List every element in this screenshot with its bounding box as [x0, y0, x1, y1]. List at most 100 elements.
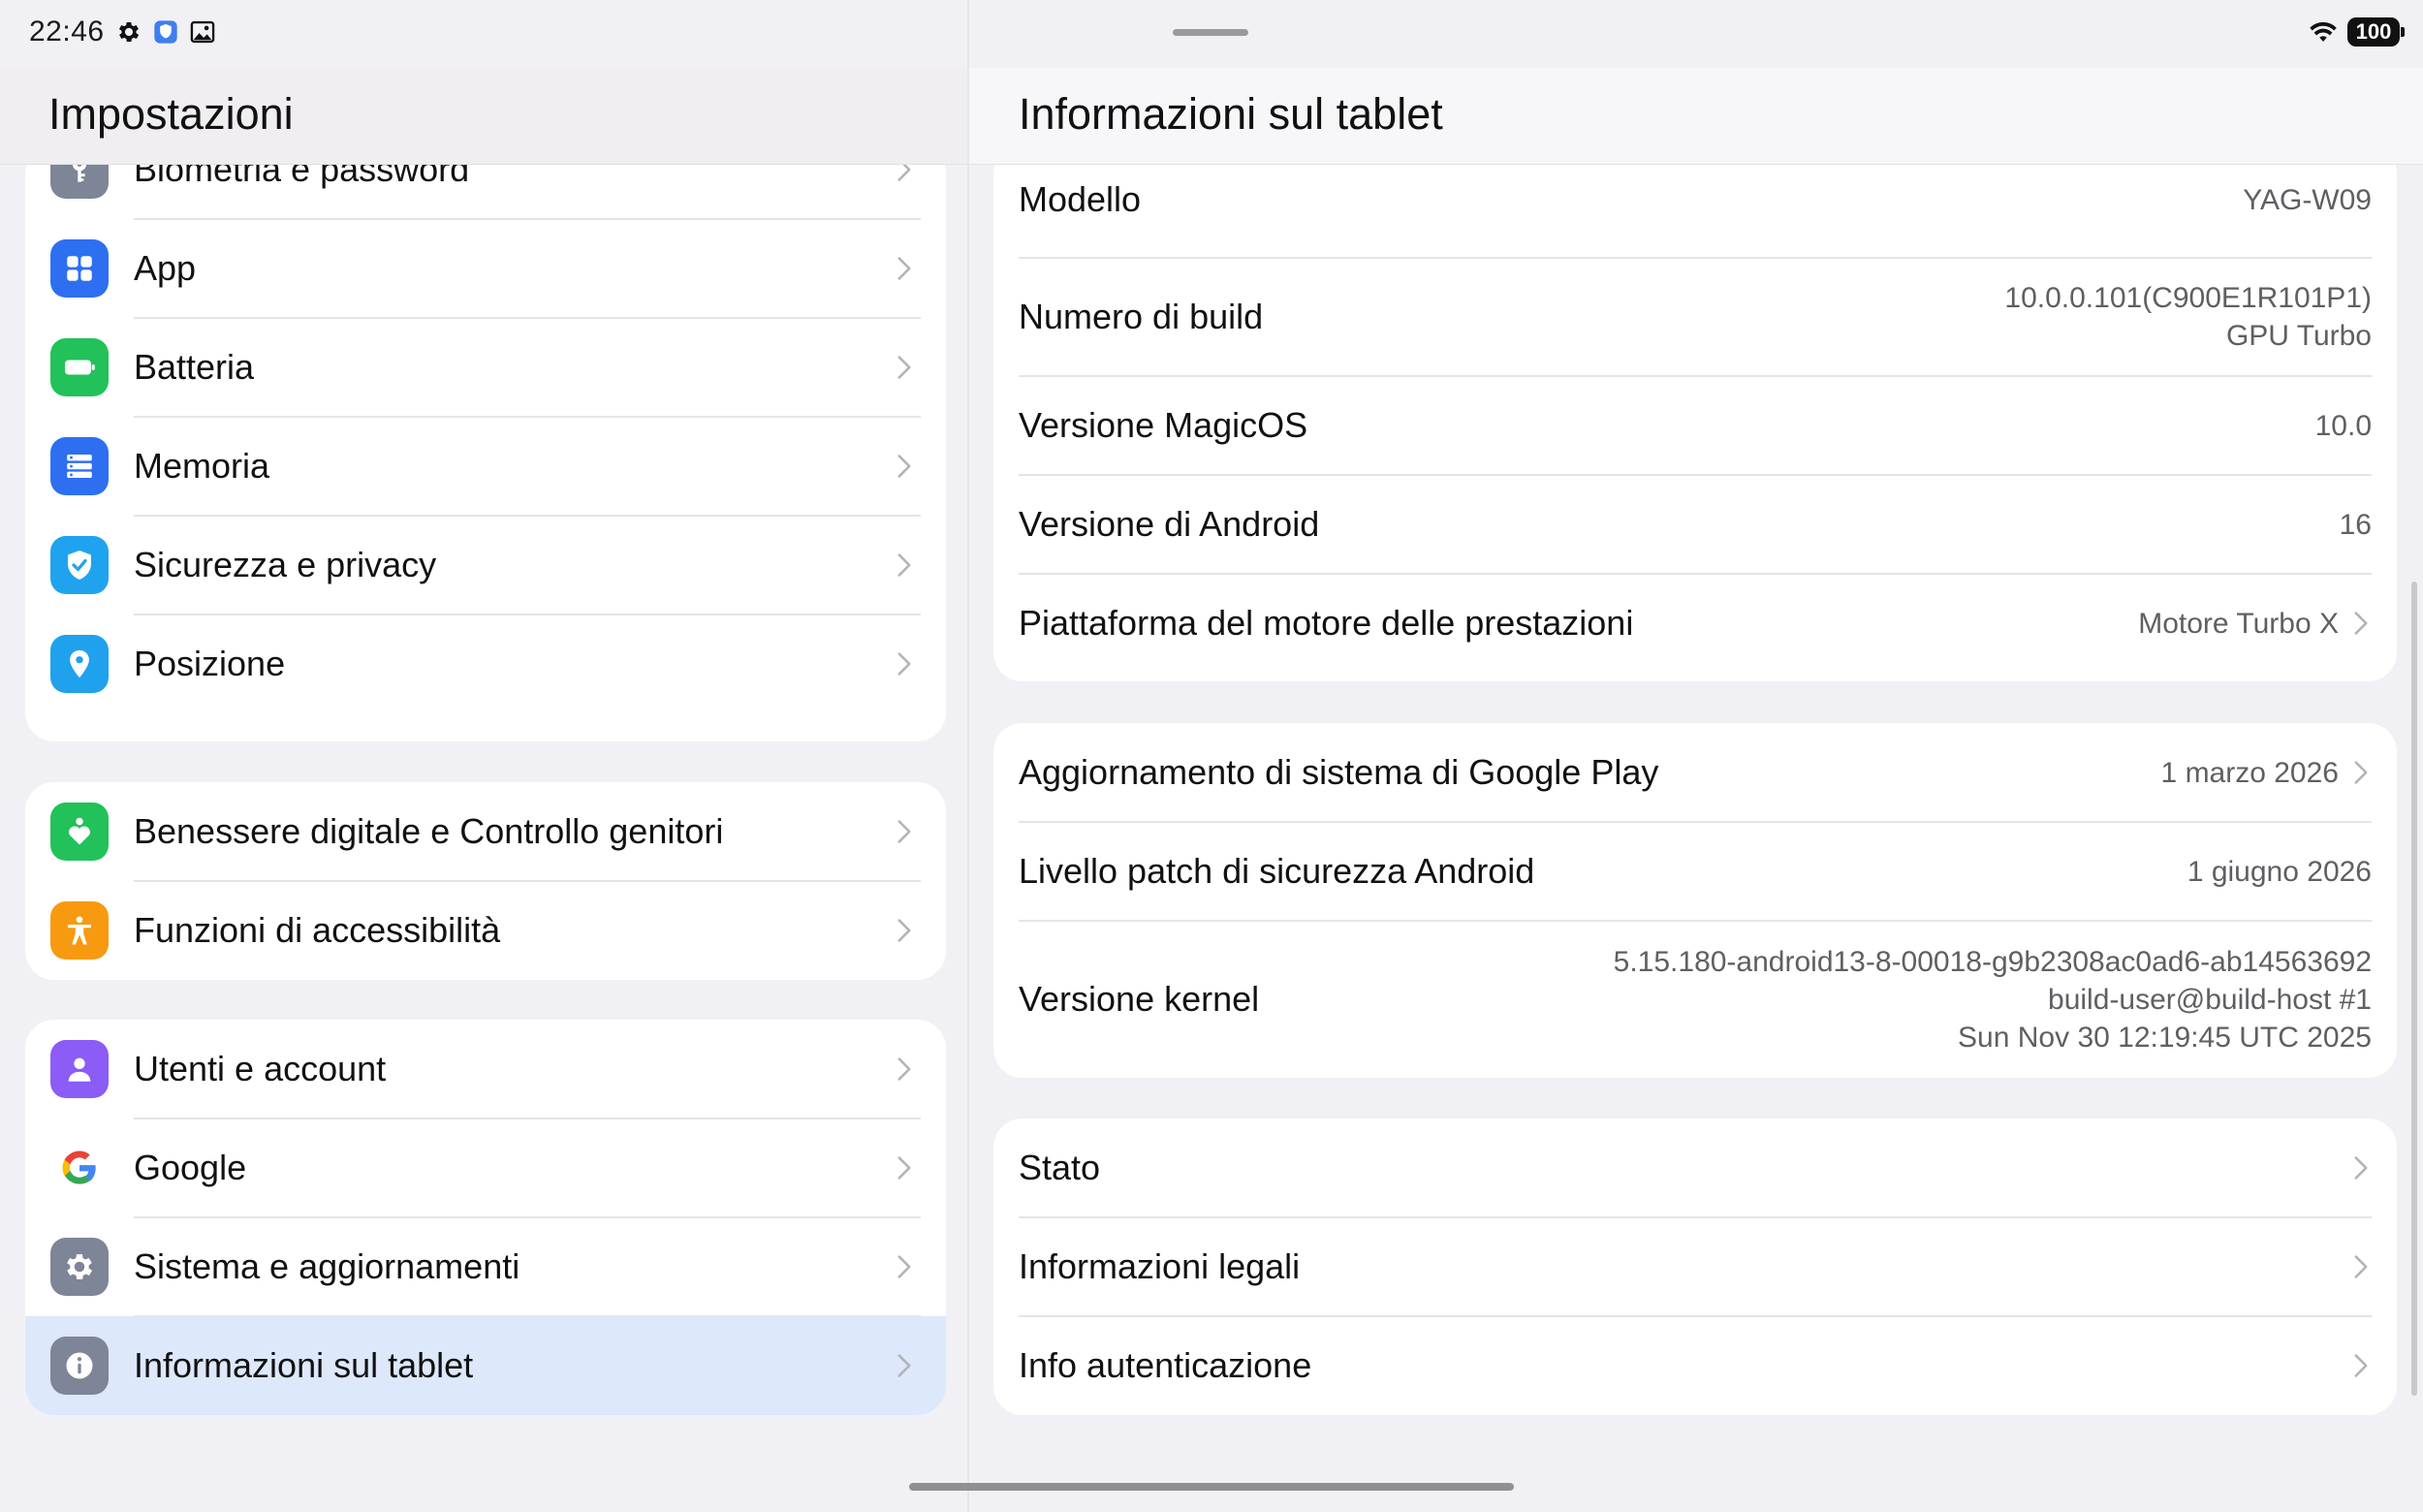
info-value-line: YAG-W09: [2243, 183, 2372, 216]
info-value: 5.15.180-android13-8-00018-g9b2308ac0ad6…: [1614, 943, 2372, 1056]
shield-check-icon: [50, 536, 109, 594]
chevron-right-icon: [892, 552, 917, 578]
info-row-numero-di-build: Numero di build 10.0.0.101(C900E1R101P1) G…: [993, 258, 2397, 376]
info-label: Versione di Android: [1019, 504, 1320, 544]
sidebar-item-informazioni-sul-tablet[interactable]: Informazioni sul tablet: [25, 1316, 946, 1415]
chevron-right-icon: [892, 454, 917, 479]
sidebar-title: Impostazioni: [48, 89, 294, 139]
sidebar-item-label: Google: [134, 1148, 247, 1187]
sidebar-item-label: Benessere digitale e Controllo genitori: [134, 811, 724, 851]
info-value-line: 5.15.180-android13-8-00018-g9b2308ac0ad6…: [1613, 945, 2372, 978]
info-value-line: 1 giugno 2026: [2187, 855, 2372, 888]
info-value: 1 marzo 2026: [2161, 754, 2339, 792]
gear-icon: [114, 17, 143, 47]
chevron-right-icon: [892, 1254, 917, 1279]
sidebar-item-label: Posizione: [134, 644, 286, 683]
sidebar-item-label: Utenti e account: [134, 1049, 387, 1088]
chevron-right-icon: [2348, 760, 2374, 785]
info-value-line: 10.0.0.101(C900E1R101P1): [2004, 282, 2372, 314]
user-icon: [50, 1040, 109, 1098]
info-label: Numero di build: [1019, 297, 1264, 336]
sidebar-item-benessere-digitale-e-controllo-genitori[interactable]: Benessere digitale e Controllo genitori: [25, 782, 946, 881]
chevron-right-icon: [892, 819, 917, 844]
chevron-right-icon: [892, 1353, 917, 1378]
sidebar-item-utenti-e-account[interactable]: Utenti e account: [25, 1020, 946, 1118]
sidebar-item-label: Biometria e password: [134, 149, 470, 189]
detail-title: Informazioni sul tablet: [1019, 89, 1443, 139]
info-value-line: Motore Turbo X: [2138, 607, 2339, 640]
storage-icon: [50, 437, 109, 495]
detail-scrollbar[interactable]: [2411, 582, 2417, 1396]
info-row-aggiornamento-di-sistema-di-google-play[interactable]: Aggiornamento di sistema di Google Play 1…: [993, 723, 2397, 822]
chevron-right-icon: [892, 355, 917, 380]
detail-header: Informazioni sul tablet: [969, 68, 2423, 165]
device-info-card: Modello YAG-W09 Numero di build 10.0.0.101(…: [993, 145, 2397, 681]
sidebar-item-label: Informazioni sul tablet: [134, 1345, 474, 1385]
info-label: Piattaforma del motore delle prestazioni: [1019, 603, 1634, 643]
info-row-piattaforma-del-motore-delle-prestazioni[interactable]: Piattaforma del motore delle prestazioni…: [993, 574, 2397, 673]
vpn-shield-icon: [151, 17, 180, 47]
sidebar-item-google[interactable]: Google: [25, 1118, 946, 1217]
sidebar-item-label: Sicurezza e privacy: [134, 545, 437, 584]
sidebar-item-posizione[interactable]: Posizione: [25, 614, 946, 713]
sidebar-item-label: Memoria: [134, 446, 270, 486]
info-value: Motore Turbo X: [2138, 605, 2339, 643]
sidebar-item-memoria[interactable]: Memoria: [25, 417, 946, 516]
google-icon: [50, 1139, 109, 1197]
info-value-line: build-user@build-host #1: [2048, 983, 2372, 1016]
home-indicator[interactable]: [909, 1483, 1514, 1491]
sidebar-item-funzioni-di-accessibilit[interactable]: Funzioni di accessibilità: [25, 881, 946, 980]
chevron-right-icon: [892, 1155, 917, 1181]
sidebar-item-label: Funzioni di accessibilità: [134, 910, 501, 950]
info-label: Info autenticazione: [1019, 1345, 1312, 1385]
info-value-line: 10.0: [2314, 409, 2372, 442]
heart-person-icon: [50, 803, 109, 861]
info-value-line: 1 marzo 2026: [2160, 756, 2339, 789]
info-row-info-autenticazione[interactable]: Info autenticazione: [993, 1316, 2397, 1415]
chevron-right-icon: [892, 256, 917, 281]
info-row-stato[interactable]: Stato: [993, 1118, 2397, 1217]
sidebar-item-batteria[interactable]: Batteria: [25, 318, 946, 417]
sidebar-item-label: Batteria: [134, 347, 255, 387]
image-icon: [188, 17, 217, 47]
sidebar-item-sistema-e-aggiornamenti[interactable]: Sistema e aggiornamenti: [25, 1217, 946, 1316]
sidebar-item-sicurezza-e-privacy[interactable]: Sicurezza e privacy: [25, 516, 946, 614]
info-label: Aggiornamento di sistema di Google Play: [1019, 752, 1659, 792]
info-row-versione-kernel: Versione kernel 5.15.180-android13-8-0001…: [993, 921, 2397, 1078]
chevron-right-icon: [892, 651, 917, 677]
key-icon: [50, 145, 109, 199]
wifi-icon: [2309, 17, 2338, 47]
sidebar-item-label: App: [134, 248, 197, 288]
chevron-right-icon: [892, 1056, 917, 1082]
battery-indicator: 100: [2347, 17, 2405, 47]
info-value: 16: [2340, 506, 2372, 544]
sidebar-item-app[interactable]: App: [25, 219, 946, 318]
info-row-informazioni-legali[interactable]: Informazioni legali: [993, 1217, 2397, 1316]
chevron-right-icon: [2348, 1155, 2374, 1181]
settings-sidebar: Biometria e password App Batteria Memoria Si…: [0, 0, 967, 1512]
info-icon: [50, 1337, 109, 1395]
info-value: 10.0: [2315, 407, 2372, 445]
sidebar-item-biometria-e-password[interactable]: Biometria e password: [25, 145, 946, 219]
more-info-card: Stato Informazioni legali Info autenticazi…: [993, 1118, 2397, 1415]
location-pin-icon: [50, 635, 109, 693]
info-label: Livello patch di sicurezza Android: [1019, 851, 1535, 891]
split-drag-handle[interactable]: [1173, 29, 1248, 36]
info-value-line: 16: [2339, 508, 2372, 541]
info-value-line: GPU Turbo: [2225, 320, 2372, 352]
software-info-card: Aggiornamento di sistema di Google Play 1…: [993, 723, 2397, 1078]
info-value: YAG-W09: [2243, 181, 2372, 219]
battery-icon: [50, 338, 109, 396]
info-label: Stato: [1019, 1148, 1101, 1187]
settings-group-3: Utenti e account Google Sistema e aggiorna…: [25, 1020, 946, 1415]
sidebar-item-label: Sistema e aggiornamenti: [134, 1246, 520, 1286]
info-value-line: Sun Nov 30 12:19:45 UTC 2025: [1958, 1021, 2372, 1054]
info-value: 1 giugno 2026: [2187, 853, 2372, 891]
info-row-versione-magicos: Versione MagicOS 10.0: [993, 376, 2397, 475]
status-icons-left: [114, 17, 217, 47]
chevron-right-icon: [2348, 1353, 2374, 1378]
chevron-right-icon: [2348, 611, 2374, 636]
info-label: Informazioni legali: [1019, 1246, 1301, 1286]
info-label: Versione kernel: [1019, 979, 1260, 1019]
settings-group-2: Benessere digitale e Controllo genitori F…: [25, 782, 946, 980]
